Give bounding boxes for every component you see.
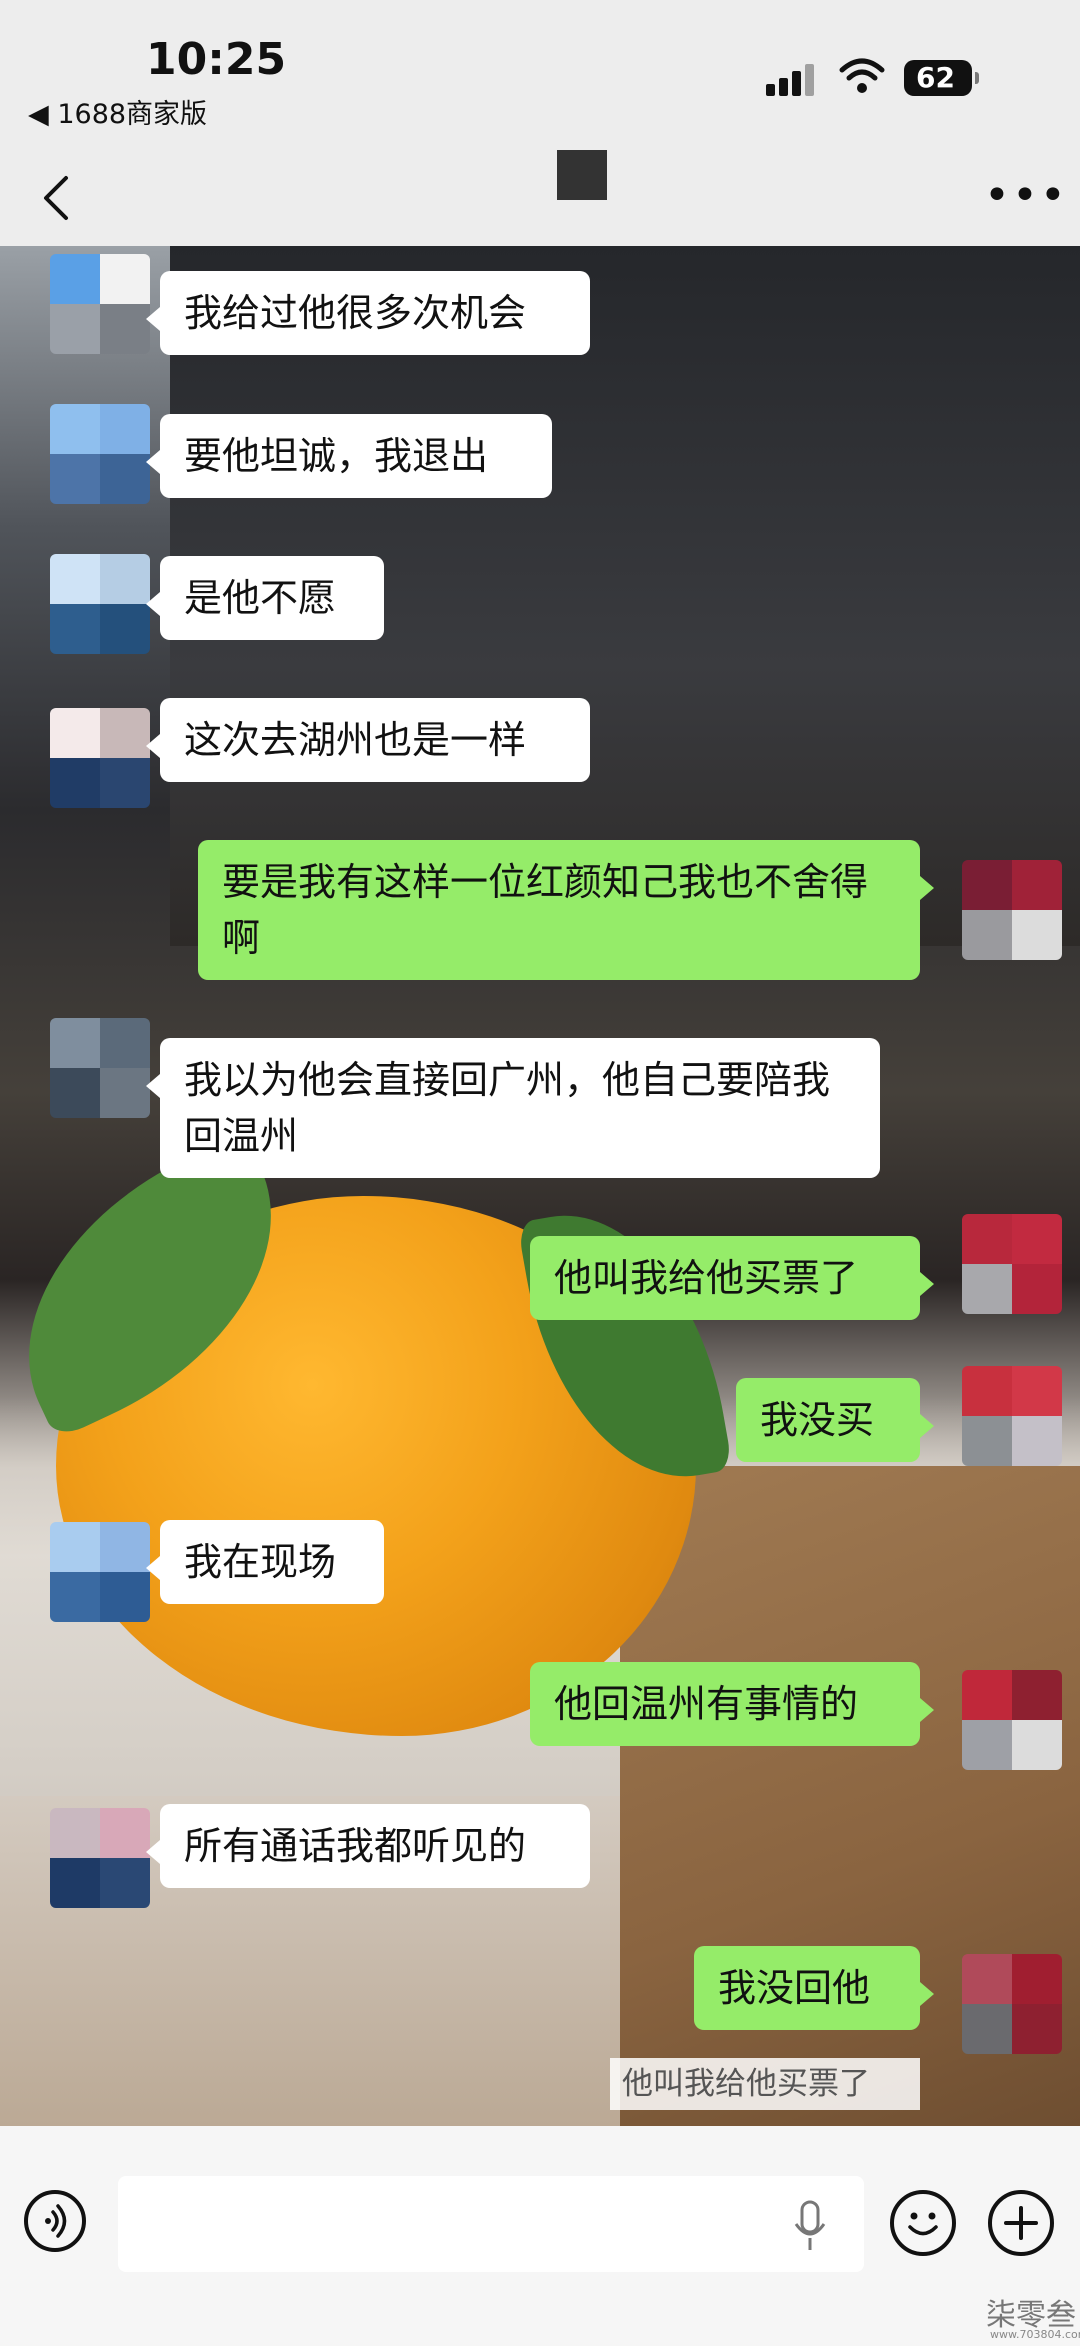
quoted-message-preview[interactable]: 他叫我给他买票了 — [610, 2058, 920, 2110]
avatar[interactable] — [962, 860, 1062, 960]
avatar[interactable] — [50, 254, 150, 354]
plus-icon[interactable] — [988, 2190, 1054, 2256]
chat-area[interactable]: 我给过他很多次机会 要他坦诚，我退出 是他不愿 这次去湖州也是一样 要是我有这样… — [0, 246, 1080, 2126]
avatar[interactable] — [50, 1522, 150, 1622]
status-time: 10:25 — [146, 34, 287, 85]
wifi-icon — [839, 58, 885, 93]
avatar[interactable] — [962, 1366, 1062, 1466]
outgoing-message[interactable]: 要是我有这样一位红颜知己我也不舍得啊 — [198, 840, 934, 980]
chevron-left-icon[interactable] — [30, 170, 86, 226]
voice-icon[interactable] — [24, 2190, 86, 2252]
more-icon[interactable]: ••• — [984, 174, 1068, 218]
censored-chat-title — [557, 150, 607, 200]
incoming-message[interactable]: 我给过他很多次机会 — [146, 271, 590, 355]
microphone-icon[interactable] — [792, 2200, 828, 2252]
chat-header: ••• — [0, 150, 1080, 246]
incoming-message[interactable]: 我以为他会直接回广州，他自己要陪我回温州 — [146, 1038, 880, 1178]
avatar[interactable] — [50, 554, 150, 654]
avatar[interactable] — [962, 1214, 1062, 1314]
incoming-message[interactable]: 我在现场 — [146, 1520, 384, 1604]
back-to-app-link[interactable]: ◀ 1688商家版 — [28, 92, 207, 131]
avatar[interactable] — [962, 1670, 1062, 1770]
outgoing-message[interactable]: 他叫我给他买票了 — [530, 1236, 934, 1320]
message-input[interactable] — [118, 2176, 864, 2272]
status-bar: 10:25 ◀ 1688商家版 62 — [0, 0, 1080, 150]
outgoing-message[interactable]: 我没回他 — [694, 1946, 934, 2030]
avatar[interactable] — [50, 1808, 150, 1908]
outgoing-message[interactable]: 我没买 — [736, 1378, 934, 1462]
battery-icon: 62 — [904, 60, 979, 96]
input-bar: 柒零叁 www.703804.com — [0, 2126, 1080, 2346]
avatar[interactable] — [962, 1954, 1062, 2054]
incoming-message[interactable]: 所有通话我都听见的 — [146, 1804, 590, 1888]
incoming-message[interactable]: 是他不愿 — [146, 556, 384, 640]
avatar[interactable] — [50, 1018, 150, 1118]
emoji-icon[interactable] — [890, 2190, 956, 2256]
incoming-message[interactable]: 这次去湖州也是一样 — [146, 698, 590, 782]
avatar[interactable] — [50, 708, 150, 808]
avatar[interactable] — [50, 404, 150, 504]
incoming-message[interactable]: 要他坦诚，我退出 — [146, 414, 552, 498]
outgoing-message[interactable]: 他回温州有事情的 — [530, 1662, 934, 1746]
watermark-url: www.703804.com — [990, 2328, 1080, 2341]
signal-icon — [766, 62, 824, 96]
